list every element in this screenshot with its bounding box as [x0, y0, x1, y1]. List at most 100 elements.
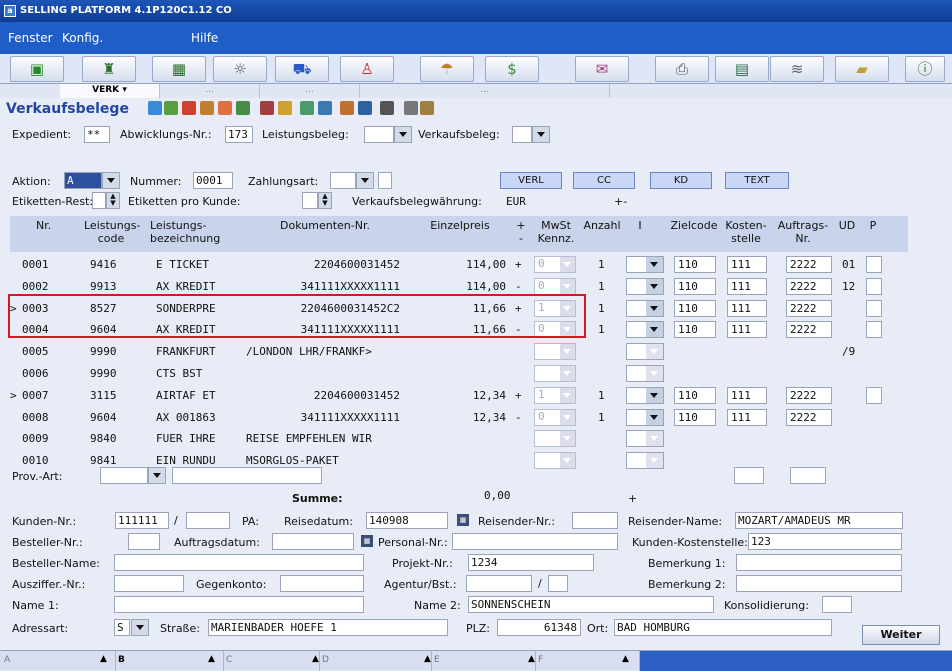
weiter-button[interactable]: Weiter [862, 625, 940, 645]
etiketten-pro-kunde-spinner[interactable]: ▲ ▼ [318, 192, 332, 209]
strasse-field[interactable]: MARIENBADER HOEFE 1 [208, 619, 448, 636]
menu-konfig[interactable]: Konfig. [62, 31, 103, 45]
i-select[interactable] [626, 300, 664, 317]
menu-hilfe[interactable]: Hilfe [191, 31, 218, 45]
calendar-icon[interactable] [236, 101, 250, 115]
table-row[interactable]: 0005 9990 FRANKFURT/LONDON LHR/FRANKF> /9 [10, 341, 908, 363]
person-desk-icon[interactable]: ♜ [82, 56, 136, 82]
aktion-dropdown[interactable] [102, 172, 120, 189]
tab-4[interactable]: ... [360, 84, 610, 98]
i-select[interactable] [626, 256, 664, 273]
etiketten-rest-spinner[interactable]: ▲ ▼ [106, 192, 120, 209]
i-select[interactable] [626, 409, 664, 426]
calculator-icon[interactable] [358, 101, 372, 115]
print-icon[interactable] [380, 101, 394, 115]
extra-box-1[interactable] [734, 467, 764, 484]
aktion-field[interactable]: A [64, 172, 102, 189]
cube-icon[interactable]: ▣ [10, 56, 64, 82]
bell-icon[interactable] [200, 101, 214, 115]
p-checkbox[interactable] [866, 300, 882, 317]
auftrags-nr-field[interactable]: 2222 [786, 300, 832, 317]
plz-field[interactable]: 61348 [497, 619, 581, 636]
i-select[interactable] [626, 321, 664, 338]
kostenstelle-field[interactable]: 111 [727, 387, 767, 404]
reisender-nr-field[interactable] [572, 512, 618, 529]
mwst-select[interactable]: 0 [534, 256, 576, 273]
bemerkung2-field[interactable] [736, 575, 902, 592]
mwst-select[interactable] [534, 452, 576, 469]
auftragsdatum-field[interactable] [272, 533, 354, 550]
table-row[interactable]: >0007 3115 AIRTAF ET 2204600031452 12,34 +1 1 1… [10, 385, 908, 407]
i-select[interactable] [626, 365, 664, 382]
mwst-select[interactable]: 0 [534, 278, 576, 295]
car-icon[interactable]: ⛟ [275, 56, 329, 82]
sun-icon[interactable]: ☼ [213, 56, 267, 82]
kunden-kostenstelle-field[interactable]: 123 [748, 533, 902, 550]
nummer-field[interactable]: 0001 [193, 172, 233, 189]
prov-art-text[interactable] [172, 467, 322, 484]
i-select[interactable] [626, 343, 664, 360]
adressart-dropdown[interactable] [131, 619, 149, 636]
verkaufsbeleg-dropdown[interactable] [532, 126, 550, 143]
ort-field[interactable]: BAD HOMBURG [614, 619, 832, 636]
leistungsbeleg-dropdown[interactable] [394, 126, 412, 143]
hand-icon[interactable] [340, 101, 354, 115]
zahlungsart-extra[interactable] [378, 172, 392, 189]
person-icon[interactable]: ♙ [340, 56, 394, 82]
monitor-icon[interactable]: ▦ [152, 56, 206, 82]
table-row[interactable]: 0006 9990 CTS BST [10, 363, 908, 385]
leistungsbeleg-field[interactable] [364, 126, 394, 143]
zielcode-field[interactable]: 110 [674, 278, 716, 295]
dolphin-icon[interactable] [148, 101, 162, 115]
agentur-field[interactable] [466, 575, 532, 592]
mwst-select[interactable]: 1 [534, 387, 576, 404]
cc-button[interactable]: CC [573, 172, 635, 189]
besteller-nr-field[interactable] [128, 533, 160, 550]
pen-icon[interactable] [420, 101, 434, 115]
arrows-icon[interactable] [260, 101, 274, 115]
ausziffer-field[interactable] [114, 575, 184, 592]
folder-icon[interactable]: ▰ [835, 56, 889, 82]
tab-verk[interactable]: VERK ▾ [60, 84, 160, 98]
personal-nr-field[interactable] [452, 533, 618, 550]
auftrags-nr-field[interactable]: 2222 [786, 409, 832, 426]
name2-field[interactable]: SONNENSCHEIN [468, 596, 714, 613]
road-icon[interactable]: ≋ [770, 56, 824, 82]
kunden-nr-field[interactable]: 111111 [115, 512, 169, 529]
agentur-sub[interactable] [548, 575, 568, 592]
i-select[interactable] [626, 430, 664, 447]
p-checkbox[interactable] [866, 256, 882, 273]
zahlungsart-field[interactable] [330, 172, 356, 189]
calendar-icon-2[interactable]: ▦ [361, 535, 373, 547]
zielcode-field[interactable]: 110 [674, 256, 716, 273]
umbrella-icon[interactable]: ☂ [420, 56, 474, 82]
i-select[interactable] [626, 452, 664, 469]
zahlungsart-dropdown[interactable] [356, 172, 374, 189]
kostenstelle-field[interactable]: 111 [727, 256, 767, 273]
menu-fenster[interactable]: Fenster [8, 31, 53, 45]
mwst-select[interactable] [534, 365, 576, 382]
kd-button[interactable]: KD [650, 172, 712, 189]
auftrags-nr-field[interactable]: 2222 [786, 387, 832, 404]
envelope-icon[interactable]: ✉ [575, 56, 629, 82]
info-icon[interactable]: ⓘ [905, 56, 945, 82]
prov-art-dropdown[interactable] [148, 467, 166, 484]
document-icon[interactable]: ▤ [715, 56, 769, 82]
gegenkonto-field[interactable] [280, 575, 364, 592]
i-select[interactable] [626, 278, 664, 295]
i-select[interactable] [626, 387, 664, 404]
mwst-select[interactable]: 0 [534, 409, 576, 426]
kunden-nr-sub[interactable] [186, 512, 230, 529]
zielcode-field[interactable]: 110 [674, 300, 716, 317]
verkaufsbeleg-field[interactable] [512, 126, 532, 143]
p-checkbox[interactable] [866, 321, 882, 338]
etiketten-pro-kunde-field[interactable] [302, 192, 318, 209]
p-checkbox[interactable] [866, 387, 882, 404]
table-row[interactable]: 0008 9604 AX 001863 341111XXXXX1111 12,34-0 1… [10, 407, 908, 429]
kostenstelle-field[interactable]: 111 [727, 321, 767, 338]
table-row[interactable]: 0001 9416 E TICKET 2204600031452 114,00 +0 1 11… [10, 254, 908, 276]
zielcode-field[interactable]: 110 [674, 409, 716, 426]
calendar-icon[interactable]: ▦ [457, 514, 469, 526]
tab-3[interactable]: ... [260, 84, 360, 98]
abwicklung-field[interactable]: 173 [225, 126, 253, 143]
